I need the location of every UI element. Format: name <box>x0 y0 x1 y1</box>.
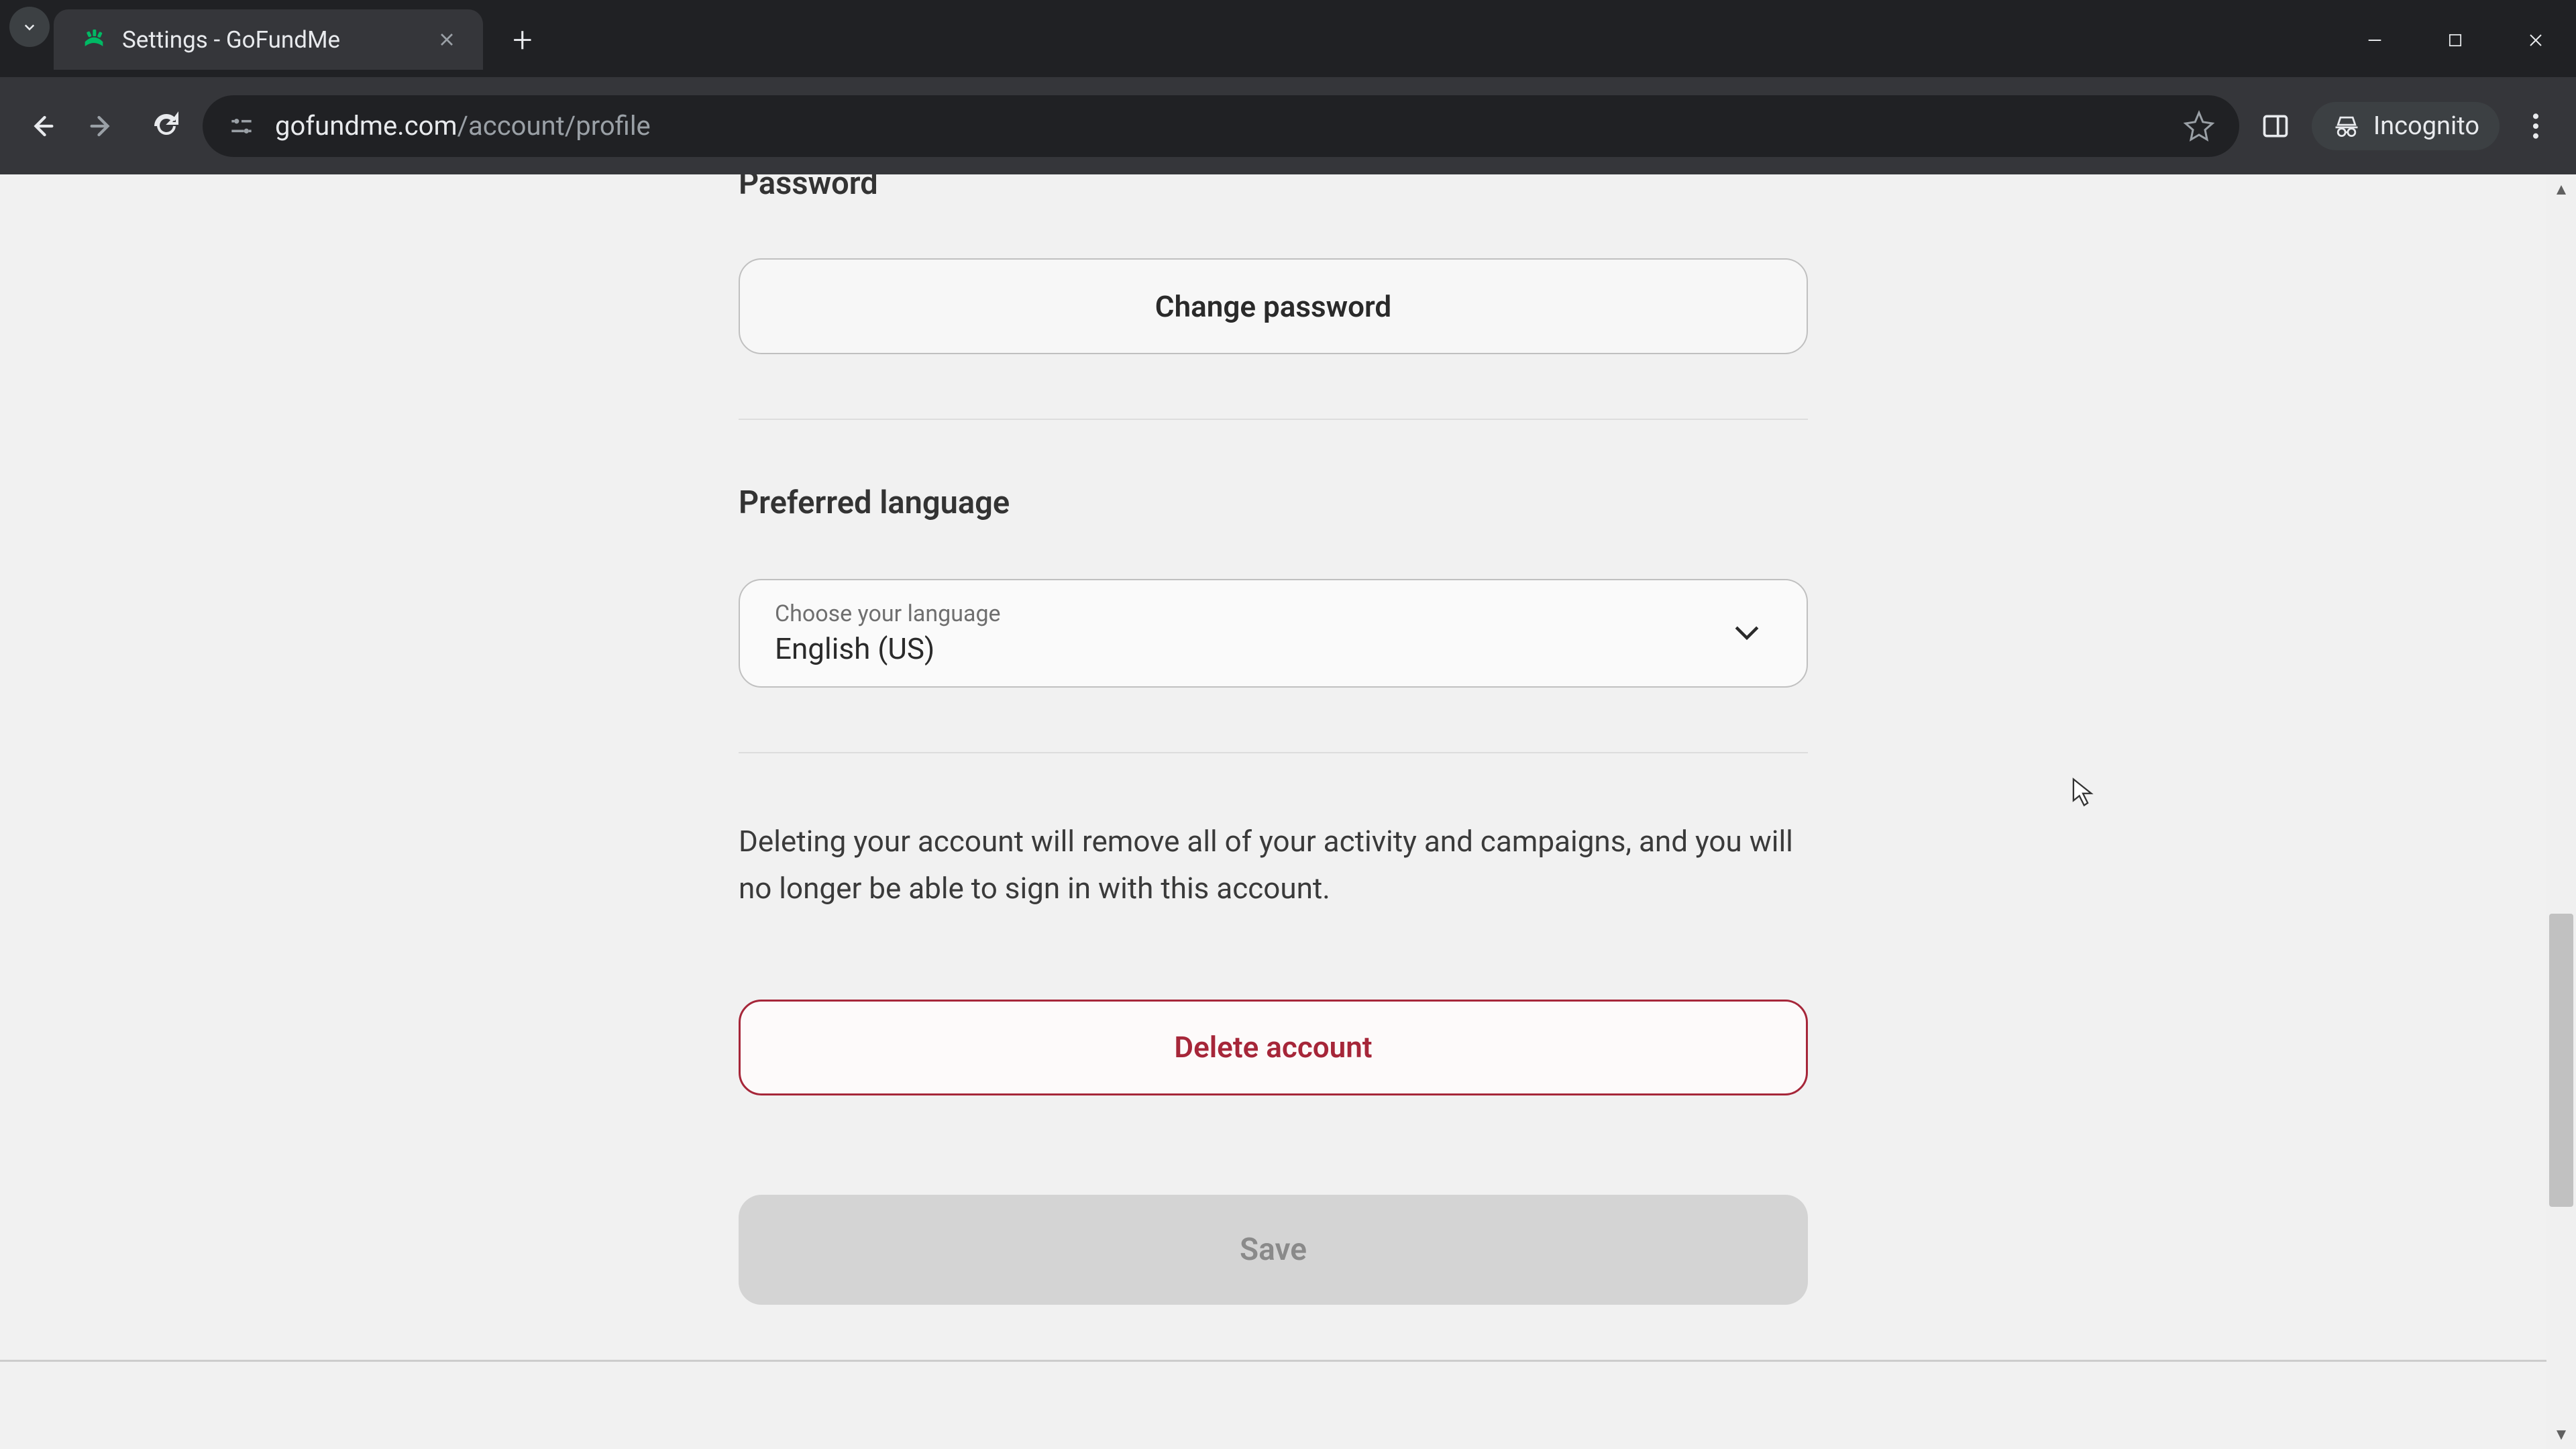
save-button[interactable]: Save <box>739 1195 1808 1305</box>
panel-icon <box>2261 111 2290 141</box>
arrow-left-icon <box>23 109 58 144</box>
star-icon <box>2183 110 2215 142</box>
language-select[interactable]: Choose your language English (US) <box>739 579 1808 688</box>
language-select-hint: Choose your language <box>775 600 1001 627</box>
close-icon <box>2525 30 2546 51</box>
change-password-button[interactable]: Change password <box>739 258 1808 354</box>
maximize-button[interactable] <box>2415 20 2496 60</box>
delete-account-description: Deleting your account will remove all of… <box>739 818 1808 912</box>
chevron-down-icon <box>1729 614 1765 653</box>
page-content: Password Change password Preferred langu… <box>0 174 2546 1449</box>
close-icon <box>436 29 458 50</box>
back-button[interactable] <box>13 99 67 153</box>
side-panel-button[interactable] <box>2249 99 2302 153</box>
gofundme-favicon-icon <box>80 26 107 53</box>
browser-titlebar: Settings - GoFundMe + <box>0 0 2576 77</box>
browser-toolbar: gofundme.com/account/profile Incognito <box>0 77 2576 174</box>
kebab-menu-icon <box>2532 111 2540 141</box>
maximize-icon <box>2446 31 2465 50</box>
reload-icon <box>150 110 182 142</box>
tab-search-dropdown[interactable] <box>9 7 50 47</box>
section-divider <box>739 752 1808 753</box>
incognito-badge[interactable]: Incognito <box>2312 102 2500 150</box>
scroll-down-button[interactable]: ▼ <box>2546 1419 2576 1449</box>
minimize-button[interactable] <box>2334 20 2415 60</box>
incognito-label: Incognito <box>2373 111 2479 141</box>
language-select-value: English (US) <box>775 631 1001 666</box>
language-section-label: Preferred language <box>739 484 1808 521</box>
tab-title: Settings - GoFundMe <box>122 26 431 54</box>
address-bar[interactable]: gofundme.com/account/profile <box>203 95 2239 157</box>
section-divider <box>739 419 1808 420</box>
reload-button[interactable] <box>140 99 193 153</box>
minimize-icon <box>2364 30 2385 51</box>
scroll-thumb[interactable] <box>2549 914 2573 1207</box>
password-section-label: Password <box>739 174 1808 202</box>
incognito-icon <box>2332 111 2361 141</box>
new-tab-button[interactable]: + <box>499 16 546 63</box>
forward-button[interactable] <box>76 99 130 153</box>
window-controls <box>2334 0 2576 77</box>
bookmark-button[interactable] <box>2183 110 2215 142</box>
scrollbar[interactable]: ▲ ▼ <box>2546 174 2576 1449</box>
browser-menu-button[interactable] <box>2509 99 2563 153</box>
delete-account-button[interactable]: Delete account <box>739 1000 1808 1095</box>
url-text: gofundme.com/account/profile <box>275 110 2164 142</box>
arrow-right-icon <box>86 109 121 144</box>
close-window-button[interactable] <box>2496 20 2576 60</box>
browser-tab[interactable]: Settings - GoFundMe <box>54 9 483 70</box>
scroll-up-button[interactable]: ▲ <box>2546 174 2576 204</box>
site-settings-icon[interactable] <box>227 111 256 141</box>
chevron-down-icon <box>19 17 40 37</box>
footer-divider <box>0 1360 2546 1362</box>
close-tab-button[interactable] <box>431 23 463 56</box>
